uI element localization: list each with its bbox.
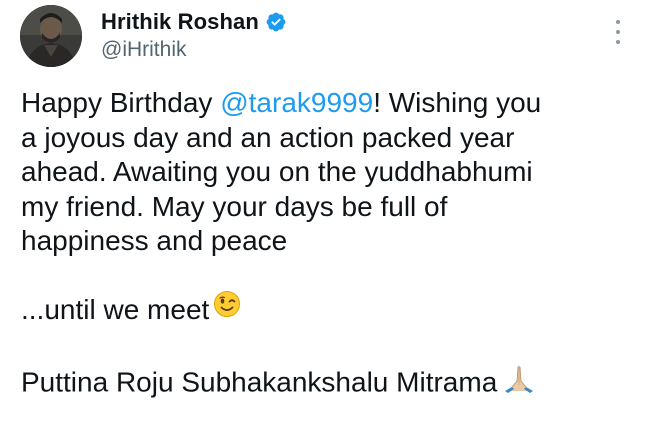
avatar[interactable] xyxy=(20,5,82,67)
tweet-line: Puttina Roju Subhakankshalu Mitrama xyxy=(21,362,621,398)
tweet-line: Happy Birthday @tarak9999! Wishing you xyxy=(21,86,621,121)
tweet-line: a joyous day and an action packed year xyxy=(21,121,515,153)
avatar-image xyxy=(20,5,82,67)
dot-icon xyxy=(616,20,620,24)
tweet-line: ...until we meet xyxy=(21,290,621,328)
tweet-text-segment: ...until we meet xyxy=(21,294,210,325)
verified-badge-icon xyxy=(265,11,287,33)
author-name-row: Hrithik Roshan xyxy=(101,6,287,38)
author-handle[interactable]: @iHrithik xyxy=(101,38,187,62)
tweet-line: ahead. Awaiting you on the yuddhabhumi xyxy=(21,156,533,187)
tweet-text-segment: Happy Birthday xyxy=(21,87,221,118)
tweet-line: my friend. May your days be full of xyxy=(21,190,448,222)
winking-face-emoji-icon xyxy=(213,290,241,327)
tweet-text: Happy Birthday @tarak9999! Wishing you a… xyxy=(21,86,621,398)
dot-icon xyxy=(616,40,620,44)
tweet-text-segment: Puttina Roju Subhakankshalu Mitrama xyxy=(21,366,498,398)
tweet-card: Hrithik Roshan @iHrithik Happy Birthday … xyxy=(0,0,650,447)
folded-hands-emoji-icon xyxy=(501,359,537,404)
mention-link[interactable]: @tarak9999 xyxy=(220,87,373,118)
tweet-line: happiness and peace xyxy=(21,225,288,256)
author-display-name[interactable]: Hrithik Roshan xyxy=(101,9,259,35)
dot-icon xyxy=(616,30,620,34)
tweet-text-segment: ! Wishing you xyxy=(373,87,542,118)
more-options-icon[interactable] xyxy=(612,20,624,44)
